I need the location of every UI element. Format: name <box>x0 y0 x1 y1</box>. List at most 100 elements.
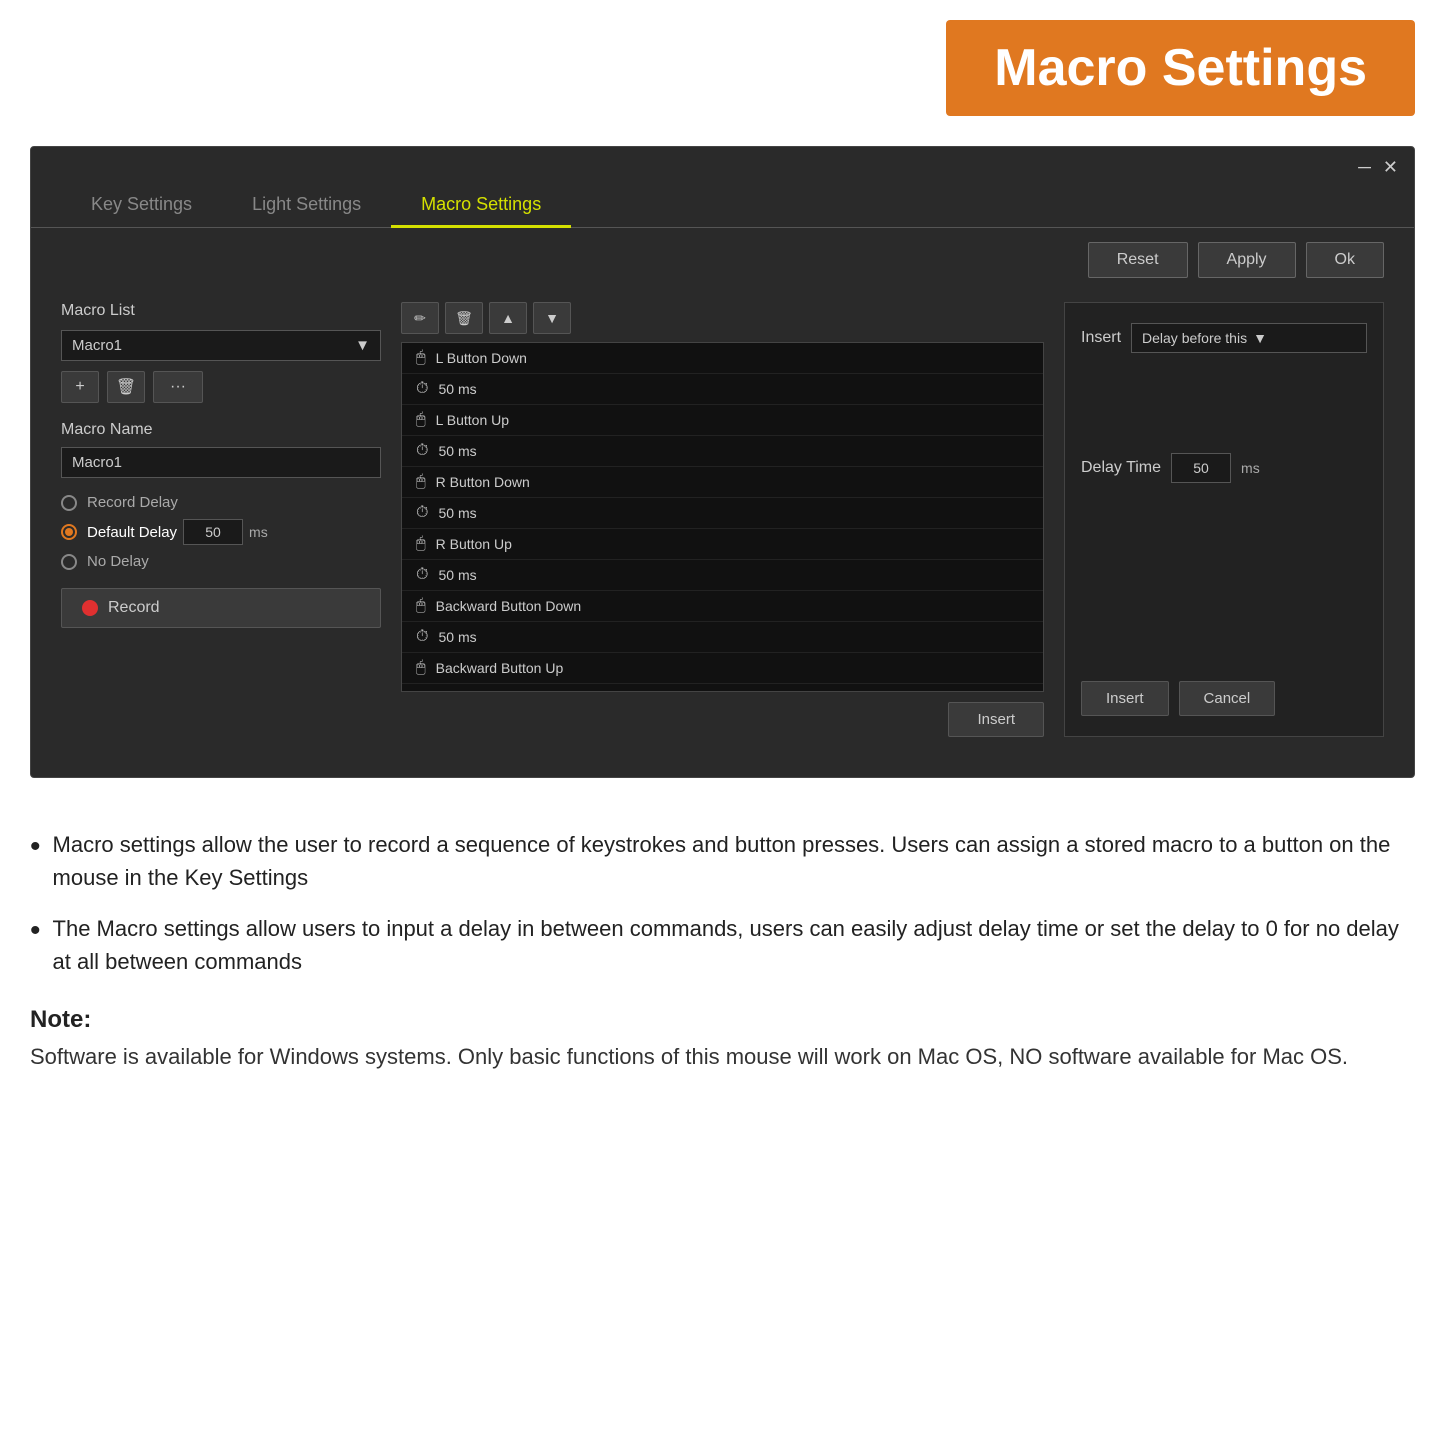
delay-ms-unit: ms <box>249 524 268 540</box>
default-delay-option[interactable]: Default Delay ms <box>61 519 381 545</box>
mouse-icon: 🖱 <box>416 349 426 367</box>
default-delay-label: Default Delay <box>87 524 177 541</box>
arrow-down-icon: ▼ <box>545 310 559 326</box>
record-dot-icon <box>82 600 98 616</box>
list-item[interactable]: ⏱ 50 ms <box>402 374 1043 405</box>
move-down-button[interactable]: ▼ <box>533 302 571 334</box>
delay-time-row: Delay Time ms <box>1081 453 1367 483</box>
delay-radio-group: Record Delay Default Delay ms No Delay <box>61 494 381 570</box>
list-item[interactable]: 🖱 Backward Button Up <box>402 653 1043 684</box>
list-item[interactable]: 🖱 R Button Down <box>402 467 1043 498</box>
delay-time-input[interactable] <box>1171 453 1231 483</box>
default-delay-input[interactable] <box>183 519 243 545</box>
clock-icon: ⏱ <box>416 628 428 646</box>
list-item[interactable]: 🖱 R Button Up <box>402 529 1043 560</box>
trash-icon: 🗑 <box>116 377 136 397</box>
item-text: Backward Button Down <box>436 598 1029 614</box>
record-delay-radio[interactable] <box>61 495 77 511</box>
list-item[interactable]: 🖱 L Button Up <box>402 405 1043 436</box>
title-bar: ─ ✕ <box>31 147 1414 178</box>
item-text: L Button Up <box>436 412 1029 428</box>
bullet-dot-icon: • <box>30 824 41 894</box>
record-delay-option[interactable]: Record Delay <box>61 494 381 511</box>
info-section: • Macro settings allow the user to recor… <box>0 808 1445 1006</box>
note-section: Note: Software is available for Windows … <box>0 1006 1445 1093</box>
main-content: Macro List Macro1 ▼ + 🗑 ··· Macro Name <box>31 292 1414 757</box>
delete-macro-button[interactable]: 🗑 <box>107 371 145 403</box>
trash-icon: 🗑 <box>455 310 473 327</box>
default-delay-row: Default Delay ms <box>87 519 268 545</box>
note-title: Note: <box>30 1006 1415 1034</box>
mouse-icon: 🖱 <box>416 535 426 553</box>
item-text: 50 ms <box>438 505 1029 521</box>
list-item[interactable]: ⏱ 50 ms <box>402 560 1043 591</box>
right-insert-button[interactable]: Insert <box>1081 681 1169 716</box>
bullet-text-1: Macro settings allow the user to record … <box>53 828 1415 894</box>
bullet-text-2: The Macro settings allow users to input … <box>53 912 1415 978</box>
macro-select-dropdown[interactable]: Macro1 ▼ <box>61 330 381 361</box>
clock-icon: ⏱ <box>416 442 428 460</box>
default-delay-radio[interactable] <box>61 524 77 540</box>
insert-bottom-button[interactable]: Insert <box>948 702 1044 737</box>
move-up-button[interactable]: ▲ <box>489 302 527 334</box>
delay-type-value: Delay before this <box>1142 330 1247 346</box>
item-text: L Button Down <box>436 350 1029 366</box>
tab-bar: Key Settings Light Settings Macro Settin… <box>31 182 1414 228</box>
item-text: R Button Down <box>436 474 1029 490</box>
right-panel: Insert Delay before this ▼ Delay Time ms… <box>1064 302 1384 737</box>
clock-icon: ⏱ <box>416 380 428 398</box>
list-item[interactable]: 🖱 Backward Button Down <box>402 591 1043 622</box>
clock-icon: ⏱ <box>416 504 428 522</box>
tab-light-settings[interactable]: Light Settings <box>222 182 391 227</box>
chevron-down-icon: ▼ <box>1253 330 1267 346</box>
app-window: ─ ✕ Key Settings Light Settings Macro Se… <box>30 146 1415 778</box>
ok-button[interactable]: Ok <box>1306 242 1384 278</box>
apply-button[interactable]: Apply <box>1198 242 1296 278</box>
close-button[interactable]: ✕ <box>1383 157 1398 178</box>
list-toolbar: ✏ 🗑 ▲ ▼ <box>401 302 1044 334</box>
add-macro-button[interactable]: + <box>61 371 99 403</box>
no-delay-option[interactable]: No Delay <box>61 553 381 570</box>
macro-item-list[interactable]: 🖱 L Button Down ⏱ 50 ms 🖱 L Button Up ⏱ … <box>401 342 1044 692</box>
item-text: 50 ms <box>438 381 1029 397</box>
item-text: 50 ms <box>438 629 1029 645</box>
bullet-dot-icon: • <box>30 908 41 978</box>
header-banner: Macro Settings <box>0 0 1445 126</box>
bullet-item-1: • Macro settings allow the user to recor… <box>30 828 1415 894</box>
list-item[interactable]: ⏱ 50 ms <box>402 436 1043 467</box>
delay-time-label: Delay Time <box>1081 459 1161 477</box>
reset-button[interactable]: Reset <box>1088 242 1188 278</box>
delete-item-button[interactable]: 🗑 <box>445 302 483 334</box>
item-text: Backward Button Up <box>436 660 1029 676</box>
list-item[interactable]: ⏱ 50 ms <box>402 684 1043 692</box>
minimize-button[interactable]: ─ <box>1358 157 1371 178</box>
delay-unit-label: ms <box>1241 460 1260 476</box>
macro-name-input[interactable] <box>61 447 381 478</box>
note-text: Software is available for Windows system… <box>30 1040 1415 1073</box>
no-delay-radio[interactable] <box>61 554 77 570</box>
item-text: 50 ms <box>438 443 1029 459</box>
arrow-up-icon: ▲ <box>501 310 515 326</box>
edit-button[interactable]: ✏ <box>401 302 439 334</box>
clock-icon: ⏱ <box>416 566 428 584</box>
right-action-row: Insert Cancel <box>1081 681 1367 716</box>
record-button-label: Record <box>108 599 160 617</box>
list-item[interactable]: ⏱ 50 ms <box>402 498 1043 529</box>
insert-label: Insert <box>1081 329 1121 347</box>
macro-list-label: Macro List <box>61 302 381 320</box>
delay-type-dropdown[interactable]: Delay before this ▼ <box>1131 323 1367 353</box>
tab-key-settings[interactable]: Key Settings <box>61 182 222 227</box>
mouse-icon: 🖱 <box>416 597 426 615</box>
mouse-icon: 🖱 <box>416 473 426 491</box>
record-delay-label: Record Delay <box>87 494 178 511</box>
macro-buttons-row: + 🗑 ··· <box>61 371 381 403</box>
record-button[interactable]: Record <box>61 588 381 628</box>
item-text: 50 ms <box>438 691 1029 692</box>
tab-macro-settings[interactable]: Macro Settings <box>391 182 571 227</box>
list-item[interactable]: ⏱ 50 ms <box>402 622 1043 653</box>
more-macro-button[interactable]: ··· <box>153 371 203 403</box>
clock-icon: ⏱ <box>416 690 428 692</box>
cancel-button[interactable]: Cancel <box>1179 681 1276 716</box>
list-item[interactable]: 🖱 L Button Down <box>402 343 1043 374</box>
item-text: 50 ms <box>438 567 1029 583</box>
